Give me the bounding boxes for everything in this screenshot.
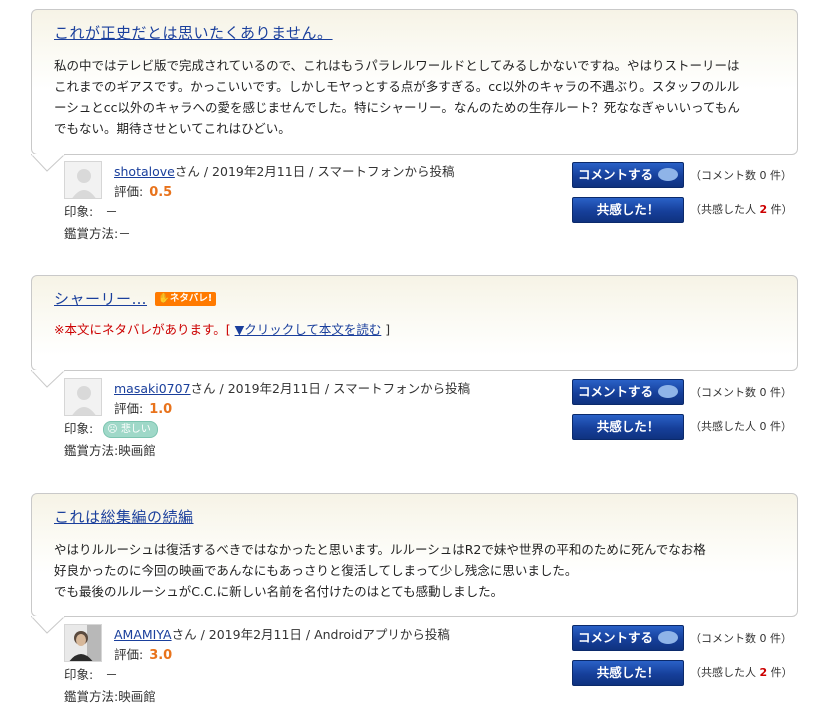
comment-count: （コメント数 0 件） bbox=[690, 632, 792, 645]
user-link[interactable]: shotalove bbox=[114, 164, 175, 179]
review-body: やはりルルーシュは復活するべきではなかったと思います。ルルーシュはR2で妹や世界… bbox=[54, 542, 706, 599]
review-body: 私の中ではテレビ版で完成されているので、これはもうパラレルワールドとしてみるしか… bbox=[54, 58, 740, 136]
speech-bubble-icon bbox=[658, 168, 678, 181]
rating: 評価: 1.0 bbox=[114, 401, 173, 417]
user-link[interactable]: AMAMIYA bbox=[114, 627, 172, 642]
default-avatar-icon[interactable] bbox=[64, 378, 102, 416]
viewing-method: 鑑賞方法:映画館 bbox=[64, 443, 156, 458]
agree-button[interactable]: 共感した！ bbox=[572, 660, 684, 686]
user-link[interactable]: masaki0707 bbox=[114, 381, 191, 396]
rating-value: 3.0 bbox=[149, 648, 173, 663]
hand-icon: ✋ bbox=[158, 293, 170, 304]
agree-count: （共感した人 2 件） bbox=[690, 666, 793, 679]
comment-button[interactable]: コメントする bbox=[572, 162, 684, 188]
post-info: masaki0707さん / 2019年2月11日 / スマートフォンから投稿 bbox=[114, 381, 471, 396]
review-bubble: これは総集編の続編 やはりルルーシュは復活するべきではなかったと思います。ルルー… bbox=[31, 493, 798, 617]
speech-bubble-icon bbox=[658, 631, 678, 644]
user-avatar[interactable] bbox=[64, 624, 102, 662]
agree-button[interactable]: 共感した！ bbox=[572, 197, 684, 223]
spoiler-warning: ※本文にネタバレがあります。[ ▼クリックして本文を読む ] bbox=[54, 322, 391, 337]
comment-button[interactable]: コメントする bbox=[572, 379, 684, 405]
speech-bubble-icon bbox=[658, 385, 678, 398]
rating: 評価: 3.0 bbox=[114, 647, 173, 663]
impression: 印象: － bbox=[64, 667, 118, 682]
agree-count: （共感した人 2 件） bbox=[690, 203, 793, 216]
rating-value: 1.0 bbox=[149, 402, 173, 417]
agree-button[interactable]: 共感した！ bbox=[572, 414, 684, 440]
review-title[interactable]: これは総集編の続編 bbox=[54, 506, 194, 527]
agree-count: （共感した人 0 件） bbox=[690, 420, 792, 433]
post-info: AMAMIYAさん / 2019年2月11日 / Androidアプリから投稿 bbox=[114, 627, 450, 642]
review-bubble: シャーリー… ✋ネタバレ! ※本文にネタバレがあります。[ ▼クリックして本文を読… bbox=[31, 275, 798, 371]
review-title[interactable]: これが正史だとは思いたくありません。 bbox=[54, 22, 333, 43]
review-bubble: これが正史だとは思いたくありません。 私の中ではテレビ版で完成されているので、こ… bbox=[31, 9, 798, 155]
comment-count: （コメント数 0 件） bbox=[690, 386, 792, 399]
viewing-method: 鑑賞方法:映画館 bbox=[64, 689, 156, 704]
review-title[interactable]: シャーリー… bbox=[54, 288, 147, 309]
read-spoiler-link[interactable]: ▼クリックして本文を読む bbox=[235, 322, 382, 337]
default-avatar-icon[interactable] bbox=[64, 161, 102, 199]
spoiler-badge: ✋ネタバレ! bbox=[155, 292, 217, 306]
impression: 印象: ☹ 悲しい bbox=[64, 418, 158, 438]
rating: 評価: 0.5 bbox=[114, 184, 173, 200]
comment-count: （コメント数 0 件） bbox=[690, 169, 792, 182]
impression: 印象: － bbox=[64, 204, 118, 219]
sad-face-icon: ☹ 悲しい bbox=[103, 421, 158, 438]
post-info: shotaloveさん / 2019年2月11日 / スマートフォンから投稿 bbox=[114, 164, 455, 179]
comment-button[interactable]: コメントする bbox=[572, 625, 684, 651]
viewing-method: 鑑賞方法:－ bbox=[64, 226, 131, 241]
rating-value: 0.5 bbox=[149, 185, 173, 200]
